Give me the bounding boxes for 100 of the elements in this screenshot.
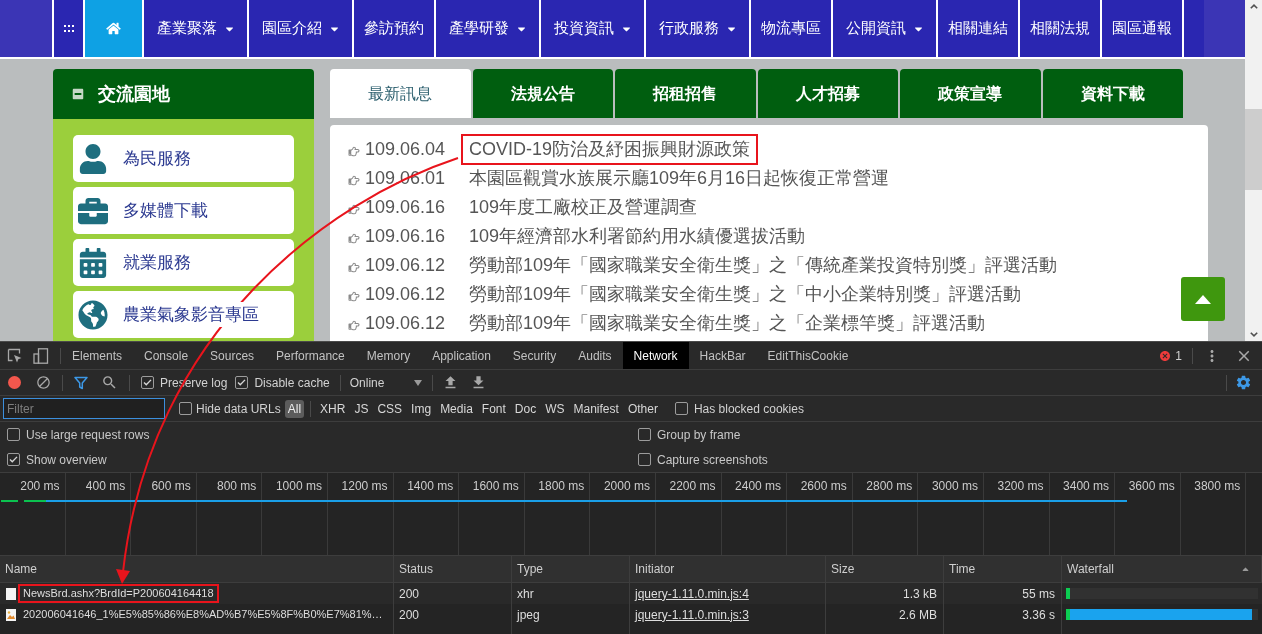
type-filter-button[interactable]: Other	[624, 399, 661, 418]
news-title-link[interactable]: 本園區觀賞水族展示廳109年6月16日起恢復正常營運	[461, 163, 898, 194]
nav-menu-item[interactable]: 相關法規	[1018, 0, 1100, 57]
column-header[interactable]: Status	[394, 556, 512, 582]
column-header[interactable]: Time	[944, 556, 1062, 582]
request-row[interactable]: NewsBrd.ashx?BrdId=P200604164418 200 xhr jquery-1.11.0.min.js:4 1.3 kB 55 ms	[0, 583, 1262, 604]
type-filter-button[interactable]: Media	[437, 399, 476, 418]
news-tab[interactable]: 最新訊息	[330, 69, 471, 118]
sidebar-link[interactable]: 農業氣象影音專區	[73, 291, 294, 338]
status-code: 200	[399, 585, 420, 603]
devtools-tab[interactable]: EditThisCookie	[756, 342, 860, 369]
pointing-hand-icon	[348, 203, 360, 215]
nav-menu-item[interactable]: 參訪預約	[352, 0, 434, 57]
checkbox[interactable]	[674, 402, 688, 415]
type-filter-button[interactable]: XHR	[317, 399, 349, 418]
devtools-tab[interactable]: Sources	[199, 342, 266, 369]
time-tick-label: 2800 ms	[866, 477, 913, 495]
devtools-tab[interactable]: Security	[501, 342, 568, 369]
scroll-down-chevron-icon[interactable]	[1249, 332, 1258, 337]
devtools-tab[interactable]: HackBar	[688, 342, 757, 369]
news-date: 109.06.12	[365, 312, 447, 335]
inspect-icon[interactable]	[7, 347, 23, 364]
back-to-top-button[interactable]	[1181, 277, 1225, 321]
news-tab[interactable]: 法規公告	[472, 69, 613, 118]
record-icon[interactable]	[8, 376, 21, 389]
type-filter-button[interactable]: All	[284, 399, 305, 418]
checkbox[interactable]	[235, 376, 249, 389]
news-tab[interactable]: 招租招售	[615, 69, 756, 118]
time-tick-label: 2400 ms	[735, 477, 782, 495]
news-title-link[interactable]: 勞動部109年「國家職業安全衛生獎」之「中小企業特別獎」評選活動	[461, 279, 1030, 310]
throttling-dropdown[interactable]: Online	[349, 373, 422, 392]
devtools-tab[interactable]: Elements	[61, 342, 134, 369]
filter-icon[interactable]	[74, 375, 88, 390]
request-time: 55 ms	[1022, 585, 1055, 603]
pointing-hand-icon	[348, 232, 360, 244]
column-header[interactable]: Type	[512, 556, 630, 582]
nav-menu-item[interactable]: 物流專區	[749, 0, 831, 57]
news-tab[interactable]: 人才招募	[757, 69, 898, 118]
devtools-tab[interactable]: Console	[133, 342, 200, 369]
initiator-link[interactable]: jquery-1.11.0.min.js:4	[635, 584, 749, 603]
nav-menu-item[interactable]: 產業聚落	[142, 0, 247, 57]
checkbox[interactable]	[638, 453, 651, 466]
news-title-link[interactable]: COVID-19防治及紓困振興財源政策	[461, 134, 759, 165]
column-header[interactable]: Initiator	[630, 556, 826, 582]
news-title-link[interactable]: 109年度工廠校正及營運調查	[461, 192, 706, 223]
time-tick-label: 400 ms	[85, 477, 126, 495]
news-title-link[interactable]: 109年經濟部水利署節約用水績優選拔活動	[461, 221, 814, 252]
time-tick-label: 1000 ms	[275, 477, 322, 495]
devtools-tab[interactable]: Performance	[265, 342, 356, 369]
nav-menu-item[interactable]: 園區通報	[1100, 0, 1182, 57]
menu-button[interactable]	[52, 0, 83, 57]
news-tab[interactable]: 政策宣導	[900, 69, 1041, 118]
nav-menu-item[interactable]: 產學研發	[434, 0, 539, 57]
type-filter-button[interactable]: Font	[478, 399, 509, 418]
type-filter-button[interactable]: CSS	[374, 399, 406, 418]
sidebar-link[interactable]: 就業服務	[73, 239, 294, 286]
checkbox[interactable]	[141, 376, 154, 389]
scrollbar-thumb[interactable]	[1245, 109, 1262, 190]
checkbox[interactable]	[179, 402, 192, 415]
checkbox[interactable]	[7, 428, 20, 441]
checkmark-icon	[143, 379, 152, 386]
scroll-up-chevron-icon[interactable]	[1249, 4, 1258, 9]
type-filter-button[interactable]: JS	[351, 399, 372, 418]
devtools-tab[interactable]: Memory	[355, 342, 422, 369]
news-title-link[interactable]: 勞動部109年「國家職業安全衛生獎」之「傳統產業投資特別獎」評選活動	[461, 250, 1066, 281]
devtools-tab[interactable]: Network	[622, 342, 689, 369]
type-filter-button[interactable]: WS	[542, 399, 568, 418]
news-title-link[interactable]: 勞動部109年「國家職業安全衛生獎」之「企業標竿獎」評選活動	[461, 308, 994, 339]
column-header[interactable]: Waterfall	[1062, 556, 1262, 582]
nav-menu-item[interactable]: 相關連結	[936, 0, 1018, 57]
checkbox[interactable]	[7, 453, 20, 466]
sidebar-link[interactable]: 多媒體下載	[73, 187, 294, 234]
filter-field[interactable]: Filter	[3, 398, 165, 419]
type-filter-button[interactable]: Img	[408, 399, 435, 418]
nav-menu-item[interactable]: 行政服務	[644, 0, 749, 57]
collapse-icon[interactable]	[72, 88, 84, 100]
search-icon[interactable]	[101, 374, 118, 391]
nav-menu-item[interactable]: 投資資訊	[539, 0, 644, 57]
nav-menu-item[interactable]: 園區介紹	[247, 0, 352, 57]
time-tick-label: 3200 ms	[997, 477, 1044, 495]
type-filter-button[interactable]: Manifest	[570, 399, 622, 418]
time-tick-label: 2600 ms	[800, 477, 847, 495]
devtools-tab[interactable]: Audits	[567, 342, 623, 369]
clear-icon[interactable]	[36, 375, 51, 390]
device-toggle-icon[interactable]	[33, 347, 49, 364]
request-time: 3.36 s	[1022, 606, 1055, 624]
column-header[interactable]: Size	[826, 556, 944, 582]
initiator-link[interactable]: jquery-1.11.0.min.js:3	[635, 605, 749, 624]
sidebar-link[interactable]: 為民服務	[73, 135, 294, 182]
checkbox[interactable]	[638, 428, 651, 441]
pointing-hand-icon	[348, 174, 360, 186]
error-counter-button[interactable]: 1	[1159, 346, 1182, 365]
type-filter-button[interactable]: Doc	[511, 399, 540, 418]
devtools-tab[interactable]: Application	[421, 342, 502, 369]
checkbox-label: Disable cache	[254, 374, 330, 392]
checkbox-label: Use large request rows	[26, 426, 150, 444]
news-tab[interactable]: 資料下載	[1042, 69, 1183, 118]
nav-menu-item[interactable]: 公開資訊	[831, 0, 936, 57]
checkbox-label: Capture screenshots	[657, 451, 768, 469]
settings-icon[interactable]	[1235, 374, 1252, 391]
